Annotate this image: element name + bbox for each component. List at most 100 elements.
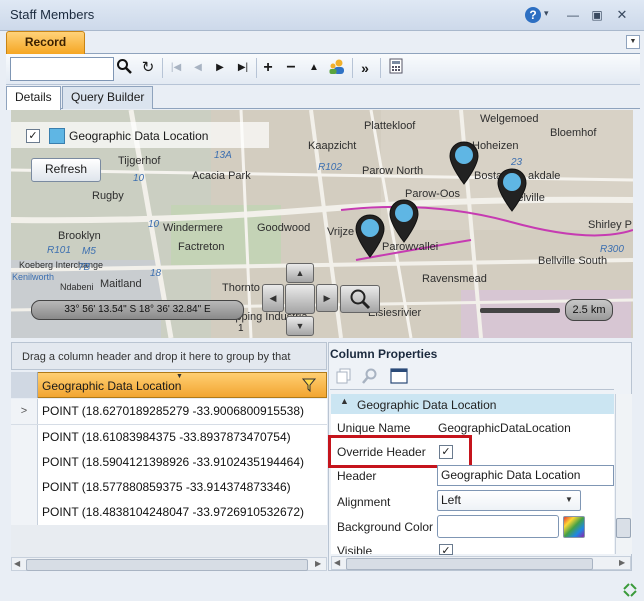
alignment-value: Left bbox=[441, 493, 462, 507]
scroll-left-icon[interactable]: ◀ bbox=[14, 559, 20, 568]
map-place-label: Kaapzicht bbox=[308, 140, 357, 152]
map-place-label: Acacia Park bbox=[192, 170, 251, 182]
map-place-label: Brooklyn bbox=[58, 230, 101, 242]
collapse-icon[interactable]: ▲ bbox=[340, 396, 349, 406]
remove-icon[interactable]: − bbox=[281, 58, 301, 78]
find-icon[interactable] bbox=[362, 368, 378, 387]
alignment-label: Alignment bbox=[337, 495, 391, 509]
map-place-label: Kenilworth bbox=[12, 272, 55, 282]
scroll-left-icon[interactable]: ◀ bbox=[334, 558, 340, 567]
pan-up-button[interactable]: ▲ bbox=[286, 263, 314, 283]
visible-checkbox[interactable]: ✓ bbox=[439, 544, 453, 555]
unique-name-label: Unique Name bbox=[337, 421, 411, 435]
map-road-label: 18 bbox=[150, 268, 162, 279]
next-record-icon[interactable]: ▶ bbox=[210, 58, 230, 78]
override-header-highlight bbox=[328, 435, 472, 468]
map-pin-icon[interactable] bbox=[497, 168, 527, 215]
map-road-label: 23 bbox=[511, 157, 523, 168]
table-row[interactable]: POINT (18.61083984375 -33.8937873470754) bbox=[11, 425, 327, 451]
tab-record[interactable]: Record bbox=[6, 31, 85, 54]
grid-cell: POINT (18.6270189285279 -33.900680091553… bbox=[42, 404, 304, 418]
properties-scroll-thumb[interactable] bbox=[616, 518, 631, 538]
map-pin-icon[interactable] bbox=[449, 141, 479, 188]
scroll-right-icon[interactable]: ▶ bbox=[315, 559, 321, 568]
map-place-label: Factreton bbox=[178, 241, 225, 253]
move-up-icon[interactable]: ▲ bbox=[304, 58, 324, 78]
window-icon[interactable] bbox=[390, 368, 408, 387]
scale-label: 2.5 km bbox=[565, 299, 613, 321]
refresh-icon[interactable]: ↻ bbox=[138, 58, 158, 78]
map-place-label: Vrijze bbox=[327, 226, 355, 238]
property-section-title: Geographic Data Location bbox=[357, 398, 497, 412]
map-place-label: Tijgerhof bbox=[118, 155, 161, 167]
map-road-label: M5 bbox=[82, 246, 96, 257]
search-icon[interactable] bbox=[114, 58, 134, 78]
filter-icon[interactable] bbox=[301, 378, 317, 395]
tab-query-builder[interactable]: Query Builder bbox=[62, 86, 154, 109]
header-input[interactable]: Geographic Data Location bbox=[437, 465, 614, 486]
table-row[interactable]: > POINT (18.6270189285279 -33.9006800915… bbox=[11, 399, 327, 425]
background-color-input[interactable] bbox=[437, 515, 559, 538]
map-place-label: Koeberg Interchange bbox=[19, 260, 104, 270]
resize-grip-icon[interactable] bbox=[622, 582, 638, 601]
divider bbox=[330, 389, 614, 390]
visible-label: Visible bbox=[337, 544, 373, 554]
group-by-panel[interactable]: Drag a column header and drop it here to… bbox=[11, 342, 327, 391]
map-place-label: Ndabeni bbox=[60, 282, 94, 292]
scroll-thumb[interactable] bbox=[346, 558, 593, 570]
map-road-label: R300 bbox=[600, 244, 624, 255]
copy-icon[interactable] bbox=[336, 368, 352, 387]
close-icon[interactable]: ✕ bbox=[614, 7, 630, 23]
table-row[interactable]: POINT (18.577880859375 -33.914374873346) bbox=[11, 475, 327, 501]
map-road-label: 13A bbox=[214, 150, 232, 161]
pan-down-button[interactable]: ▼ bbox=[286, 316, 314, 336]
header-label: Header bbox=[337, 469, 377, 483]
map-road-label: 10 bbox=[133, 173, 145, 184]
grid-cell: POINT (18.577880859375 -33.914374873346) bbox=[42, 480, 291, 494]
scroll-thumb[interactable] bbox=[26, 559, 308, 571]
refresh-button[interactable]: Refresh bbox=[31, 158, 101, 182]
first-record-icon[interactable]: |◀ bbox=[166, 58, 186, 78]
help-icon[interactable]: ? bbox=[525, 7, 541, 23]
row-indicator bbox=[11, 450, 38, 475]
pan-left-button[interactable]: ◀ bbox=[262, 284, 284, 312]
pan-right-button[interactable]: ▶ bbox=[316, 284, 338, 312]
grid-cell: POINT (18.5904121398926 -33.910243519446… bbox=[42, 455, 304, 469]
alignment-select[interactable]: Left bbox=[437, 490, 581, 511]
table-row[interactable]: POINT (18.5904121398926 -33.910243519446… bbox=[11, 450, 327, 476]
fast-forward-icon[interactable]: » bbox=[355, 58, 375, 78]
map-place-label: Bellville South bbox=[538, 255, 608, 267]
restore-icon[interactable]: ▣ bbox=[589, 7, 605, 23]
window-title: Staff Members bbox=[10, 7, 95, 22]
minimize-icon[interactable]: — bbox=[565, 7, 581, 23]
zoom-icon[interactable] bbox=[340, 285, 380, 313]
tab-details[interactable]: Details bbox=[6, 86, 61, 110]
map-place-label: akdale bbox=[528, 170, 561, 182]
map-pin-icon[interactable] bbox=[355, 214, 385, 261]
record-tabstrip bbox=[6, 31, 640, 54]
row-indicator bbox=[11, 500, 38, 525]
toolbar-separator bbox=[380, 58, 381, 78]
last-record-icon[interactable]: ▶| bbox=[233, 58, 253, 78]
tab-dropdown-icon[interactable]: ▼ bbox=[626, 35, 640, 49]
legend-label: Geographic Data Location bbox=[69, 129, 209, 143]
table-row[interactable]: POINT (18.4838104248047 -33.972691053267… bbox=[11, 500, 327, 526]
color-picker-icon[interactable] bbox=[563, 516, 585, 538]
calculator-icon[interactable] bbox=[386, 58, 406, 78]
pan-center-button[interactable] bbox=[285, 284, 315, 314]
users-icon[interactable] bbox=[327, 58, 347, 78]
legend-checkbox[interactable]: ✓ bbox=[26, 129, 40, 143]
scroll-right-icon[interactable]: ▶ bbox=[619, 558, 625, 567]
map-place-label: Shirley P bbox=[588, 219, 633, 231]
properties-horizontal-scrollbar[interactable]: ◀ ▶ bbox=[331, 556, 631, 570]
dropdown-arrow-icon[interactable]: ▼ bbox=[565, 495, 573, 504]
help-dropdown-icon[interactable]: ▾ bbox=[544, 8, 549, 19]
search-input[interactable] bbox=[10, 57, 114, 81]
background-color-label: Background Color bbox=[337, 520, 434, 534]
grid-column-header[interactable]: Geographic Data Location bbox=[42, 379, 181, 393]
add-icon[interactable]: + bbox=[258, 58, 278, 78]
map-pin-icon[interactable] bbox=[389, 199, 419, 246]
previous-record-icon[interactable]: ◀ bbox=[188, 58, 208, 78]
row-current-indicator-icon: > bbox=[11, 399, 38, 424]
grid-horizontal-scrollbar[interactable]: ◀ ▶ bbox=[11, 557, 327, 571]
